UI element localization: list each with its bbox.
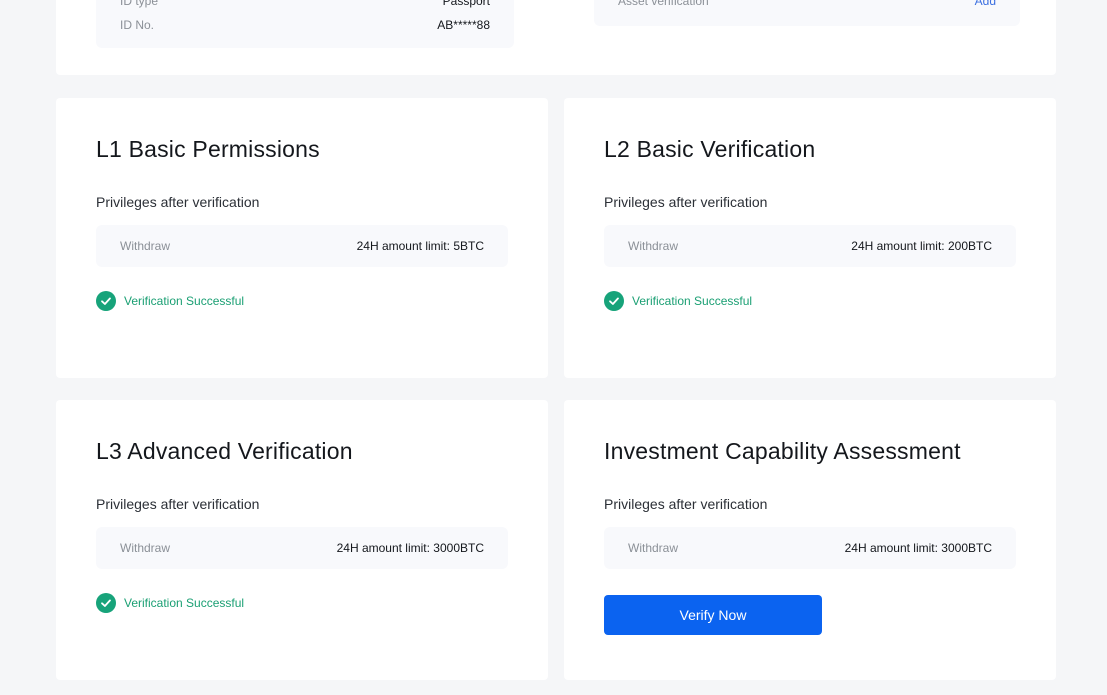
asset-add-link[interactable]: Add <box>975 0 996 8</box>
verification-status-text: Verification Successful <box>632 294 753 308</box>
identity-card: ID type Passport ID No. AB*****88 Asset … <box>56 0 1056 75</box>
check-circle-icon <box>96 291 116 311</box>
id-no-label: ID No. <box>120 18 155 32</box>
withdraw-label: Withdraw <box>628 541 679 555</box>
verification-status: Verification Successful <box>96 291 244 311</box>
check-circle-icon <box>96 593 116 613</box>
verification-status: Verification Successful <box>96 593 244 613</box>
withdraw-label: Withdraw <box>120 239 171 253</box>
card-title: Investment Capability Assessment <box>604 438 961 464</box>
card-title: L2 Basic Verification <box>604 136 816 162</box>
id-no-row: ID No. AB*****88 <box>120 17 490 33</box>
l3-card: L3 Advanced Verification Privileges afte… <box>56 400 548 680</box>
withdraw-limit-value: 24H amount limit: 5BTC <box>356 239 484 253</box>
verification-status: Verification Successful <box>604 291 752 311</box>
id-type-row: ID type Passport <box>120 0 490 9</box>
asset-verification-label: Asset verification <box>618 0 709 8</box>
card-subtitle: Privileges after verification <box>604 496 768 512</box>
verification-status-text: Verification Successful <box>124 596 245 610</box>
check-circle-icon <box>604 291 624 311</box>
withdraw-limit-value: 24H amount limit: 3000BTC <box>844 541 992 555</box>
l1-card: L1 Basic Permissions Privileges after ve… <box>56 98 548 378</box>
withdraw-limit-row: Withdraw 24H amount limit: 200BTC <box>604 225 1016 267</box>
withdraw-limit-value: 24H amount limit: 3000BTC <box>336 541 484 555</box>
card-subtitle: Privileges after verification <box>96 496 260 512</box>
id-type-label: ID type <box>120 0 159 8</box>
verification-status-text: Verification Successful <box>124 294 245 308</box>
investment-assessment-card: Investment Capability Assessment Privile… <box>564 400 1056 680</box>
id-no-value: AB*****88 <box>437 18 490 32</box>
withdraw-limit-row: Withdraw 24H amount limit: 3000BTC <box>604 527 1016 569</box>
withdraw-label: Withdraw <box>628 239 679 253</box>
identity-info-box: ID type Passport ID No. AB*****88 <box>96 0 514 48</box>
withdraw-label: Withdraw <box>120 541 171 555</box>
card-title: L1 Basic Permissions <box>96 136 320 162</box>
withdraw-limit-row: Withdraw 24H amount limit: 5BTC <box>96 225 508 267</box>
asset-info-box: Asset verification Add <box>594 0 1020 26</box>
card-subtitle: Privileges after verification <box>604 194 768 210</box>
verify-now-button[interactable]: Verify Now <box>604 595 822 635</box>
asset-verification-row: Asset verification Add <box>618 0 996 9</box>
withdraw-limit-row: Withdraw 24H amount limit: 3000BTC <box>96 527 508 569</box>
l2-card: L2 Basic Verification Privileges after v… <box>564 98 1056 378</box>
card-title: L3 Advanced Verification <box>96 438 353 464</box>
card-subtitle: Privileges after verification <box>96 194 260 210</box>
id-type-value: Passport <box>442 0 490 8</box>
withdraw-limit-value: 24H amount limit: 200BTC <box>851 239 992 253</box>
